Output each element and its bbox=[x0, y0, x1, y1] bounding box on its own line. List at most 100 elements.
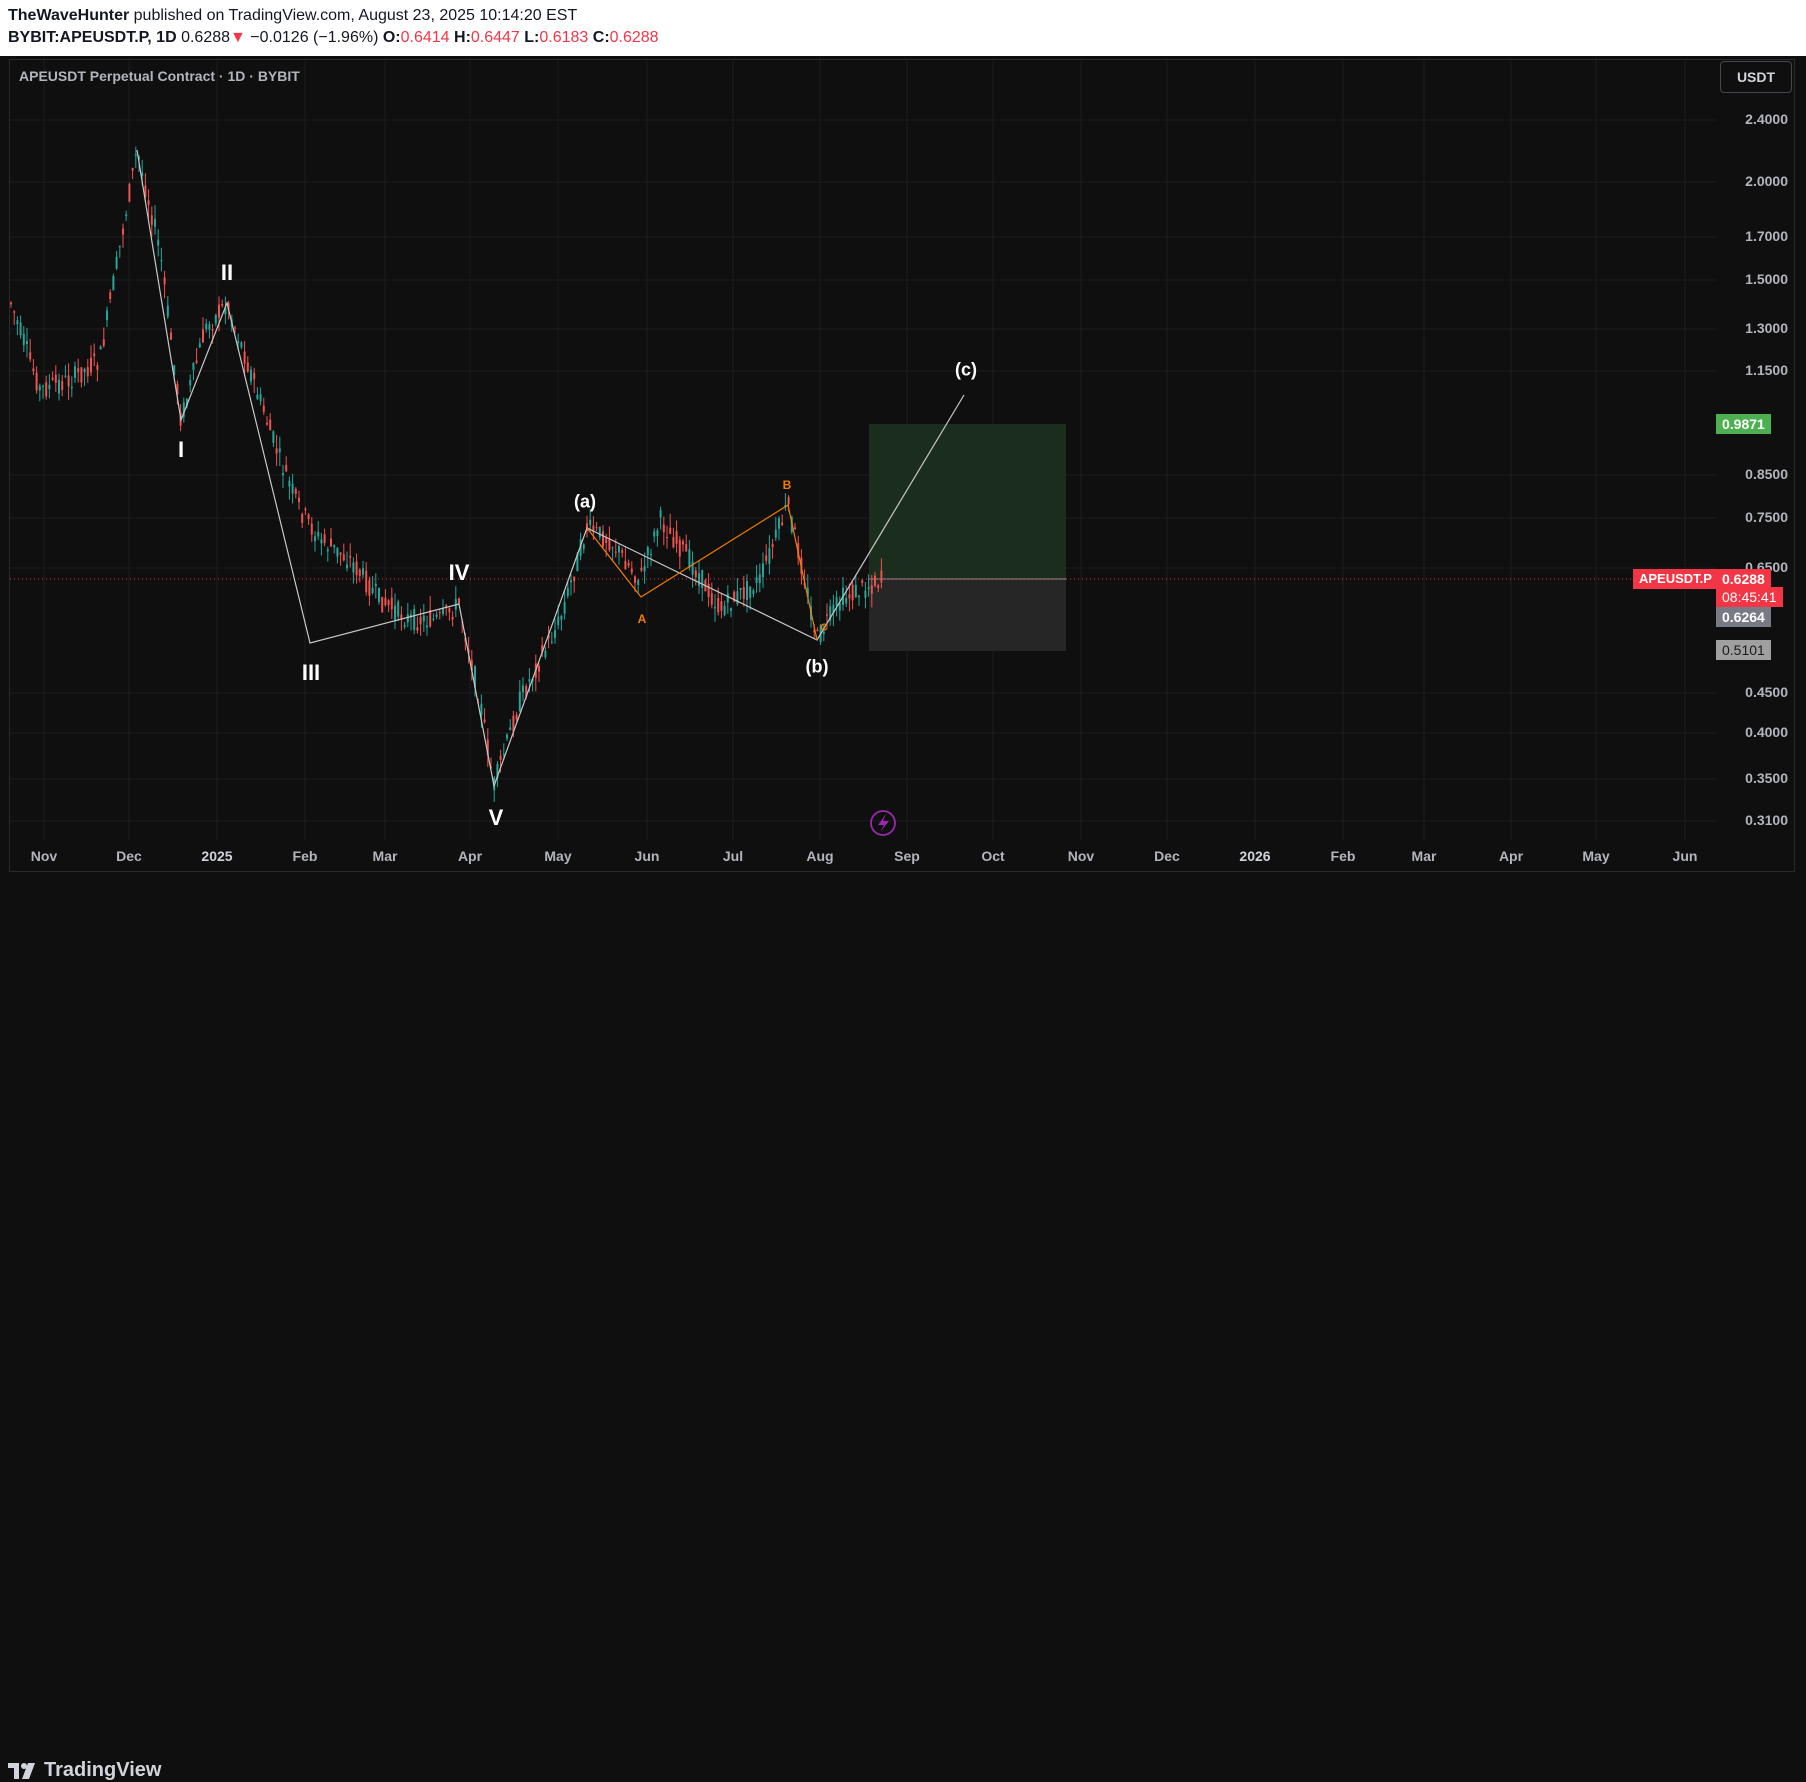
candle-body bbox=[861, 580, 864, 583]
candle-body bbox=[730, 608, 732, 611]
candle-body bbox=[67, 375, 70, 387]
candle-body bbox=[339, 552, 342, 555]
candle-body bbox=[314, 536, 316, 542]
candle-body bbox=[566, 588, 569, 597]
candle-body bbox=[611, 547, 614, 549]
candle-body bbox=[560, 616, 563, 620]
candle-body bbox=[723, 605, 726, 616]
footer: TradingView bbox=[0, 874, 1806, 1781]
candle-body bbox=[131, 168, 134, 171]
candle-body bbox=[304, 508, 307, 511]
time-axis-label: Jul bbox=[722, 848, 744, 864]
candle-body bbox=[112, 275, 115, 291]
candle-body bbox=[32, 368, 35, 372]
candle-body bbox=[202, 329, 204, 343]
candle-body bbox=[630, 568, 633, 573]
time-axis-label: Oct bbox=[981, 848, 1005, 864]
candle-body bbox=[192, 363, 195, 370]
candle-body bbox=[115, 256, 118, 269]
candle-body bbox=[358, 569, 361, 576]
wave-label-iii: III bbox=[301, 660, 321, 685]
candle-body bbox=[150, 215, 153, 226]
candle-body bbox=[26, 341, 28, 344]
price-axis-label: 0.8500 bbox=[1745, 466, 1788, 482]
candle-body bbox=[483, 719, 486, 722]
candle-body bbox=[746, 581, 748, 600]
candle-body bbox=[403, 625, 406, 627]
candle-body bbox=[259, 394, 262, 401]
candle-body bbox=[774, 529, 777, 538]
candle-body bbox=[691, 561, 694, 575]
candle-body bbox=[266, 422, 268, 425]
price-axis-label: 1.5000 bbox=[1745, 271, 1788, 287]
candle-body bbox=[877, 585, 880, 588]
candle-body bbox=[502, 753, 505, 755]
candle-body bbox=[384, 597, 387, 606]
price-axis-label: 0.4000 bbox=[1745, 724, 1788, 740]
candle-body bbox=[128, 183, 131, 202]
candle-body bbox=[739, 588, 742, 591]
candle-body bbox=[573, 576, 576, 582]
candle-body bbox=[10, 302, 12, 305]
time-axis-label: Jun bbox=[634, 848, 660, 864]
candle-body bbox=[614, 551, 617, 553]
candle-body bbox=[330, 538, 332, 547]
candle-body bbox=[659, 510, 662, 518]
candle-body bbox=[352, 562, 355, 573]
price-axis-label: 0.4500 bbox=[1745, 684, 1788, 700]
candle-body bbox=[125, 214, 128, 217]
candle-body bbox=[589, 519, 592, 525]
candle-body bbox=[35, 372, 38, 391]
candle-body bbox=[717, 598, 720, 613]
candle-body bbox=[618, 545, 620, 553]
candle-body bbox=[522, 685, 524, 693]
candle-body bbox=[282, 473, 284, 476]
time-axis-label: Feb bbox=[1330, 848, 1356, 864]
time-axis-label: Sep bbox=[894, 848, 920, 864]
candle-body bbox=[595, 527, 598, 529]
candle-body bbox=[518, 691, 521, 712]
candle-body bbox=[874, 575, 876, 586]
candle-body bbox=[109, 292, 112, 299]
candle-body bbox=[317, 531, 320, 537]
time-axis-label: Mar bbox=[1411, 848, 1437, 864]
candle-body bbox=[653, 531, 656, 537]
lightning-icon[interactable] bbox=[870, 810, 896, 836]
time-axis-label: Dec bbox=[116, 848, 142, 864]
candle-body bbox=[762, 563, 764, 578]
candle-body bbox=[656, 530, 659, 537]
candle-body bbox=[442, 608, 444, 614]
target-price-tag: 0.9871 bbox=[1716, 414, 1771, 434]
stop-price-tag: 0.5101 bbox=[1716, 640, 1771, 660]
candle-body bbox=[794, 527, 796, 530]
tradingview-logo-icon bbox=[8, 1762, 35, 1779]
candle-body bbox=[77, 368, 80, 373]
candle-body bbox=[301, 513, 304, 524]
candle-body bbox=[74, 366, 76, 378]
candle-body bbox=[58, 379, 60, 394]
current-price-tag: 0.6288 bbox=[1716, 569, 1771, 589]
time-axis-label: 2025 bbox=[201, 848, 233, 864]
candle-body bbox=[710, 593, 713, 605]
candle-body bbox=[102, 339, 105, 346]
candle-body bbox=[99, 346, 102, 350]
candle-body bbox=[349, 555, 352, 558]
candle-body bbox=[64, 375, 67, 377]
candle-body bbox=[320, 539, 323, 544]
time-axis-label: Aug bbox=[806, 848, 834, 864]
candle-body bbox=[262, 405, 265, 412]
candle-body bbox=[858, 595, 860, 598]
currency-button[interactable]: USDT bbox=[1720, 61, 1792, 93]
candle-body bbox=[698, 573, 700, 586]
candle-body bbox=[426, 625, 428, 628]
tradingview-logo[interactable]: TradingView bbox=[8, 1759, 161, 1782]
candle-body bbox=[538, 665, 540, 672]
wave-label-iv: IV bbox=[448, 560, 470, 585]
candle-body bbox=[371, 587, 374, 594]
wave-label-v: V bbox=[488, 805, 504, 830]
candle-body bbox=[368, 580, 371, 596]
price-chart[interactable] bbox=[0, 0, 1806, 922]
candle-body bbox=[333, 544, 336, 548]
candle-body bbox=[272, 431, 275, 443]
price-axis-label: 2.0000 bbox=[1745, 173, 1788, 189]
